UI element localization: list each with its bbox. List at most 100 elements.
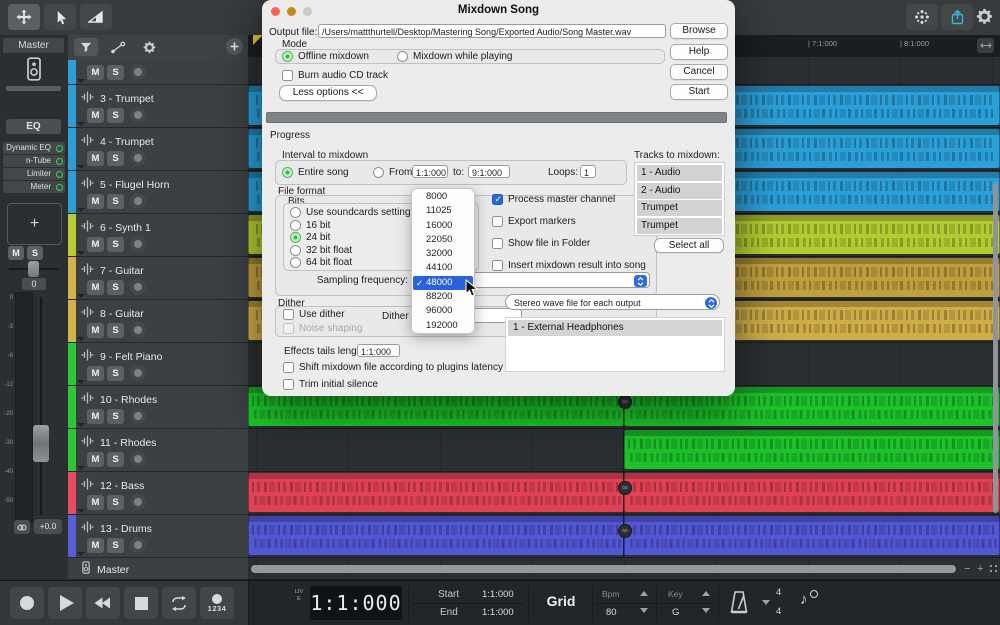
play-button[interactable] (48, 587, 82, 619)
from-field[interactable]: 1:1:000 (412, 165, 448, 178)
bits-radio-64-bit-float[interactable]: 64 bit float (290, 257, 352, 268)
collapse-triangle-icon[interactable] (77, 251, 85, 255)
tracks-to-mixdown-list[interactable]: 1 - Audio2 - AudioTrumpetTrumpet (634, 162, 725, 236)
fit-horizontal-icon[interactable] (977, 38, 994, 53)
solo-button[interactable]: S (107, 538, 124, 553)
cursor-tool-button[interactable] (44, 4, 76, 30)
frequency-option[interactable]: 32000 (412, 247, 474, 261)
clip-loop-marker[interactable]: ∞ (618, 481, 632, 495)
collapse-triangle-icon[interactable] (77, 423, 85, 427)
count-in-button[interactable]: 1234 (200, 587, 234, 619)
vertical-scrollbar[interactable] (993, 183, 998, 513)
option-checkbox[interactable]: Export markers (492, 216, 576, 227)
audio-clip[interactable] (624, 473, 1000, 512)
mute-button[interactable]: M (87, 366, 104, 381)
frequency-option[interactable]: 192000 (412, 319, 474, 333)
clip-loop-marker[interactable]: ∞ (618, 524, 632, 538)
trim-silence-checkbox[interactable]: Trim initial silence (283, 379, 378, 390)
track-row[interactable]: 11 - RhodesMS (68, 429, 248, 472)
effects-tails-field[interactable]: 1:1:000 (357, 344, 400, 357)
mixdown-track-item[interactable]: 2 - Audio (637, 183, 722, 199)
add-track-button[interactable] (226, 38, 243, 55)
track-row[interactable]: Master (68, 558, 248, 580)
plugin-power-icon[interactable] (56, 145, 63, 152)
key-up-arrow[interactable] (702, 591, 710, 596)
mute-button[interactable]: M (87, 280, 104, 295)
output-routing-select[interactable]: Stereo wave file for each output (505, 294, 720, 310)
master-plugin-slot[interactable]: Dynamic EQ (3, 142, 65, 154)
quantize-note-button[interactable]: ♪ (800, 591, 808, 608)
solo-button[interactable]: S (107, 409, 124, 424)
shift-mixdown-checkbox[interactable]: Shift mixdown file according to plugins … (283, 362, 503, 373)
record-arm-button[interactable] (130, 537, 146, 553)
arrange-lane[interactable] (248, 429, 1000, 472)
mixdown-track-item[interactable]: Trumpet (637, 218, 722, 234)
filter-button[interactable] (74, 38, 98, 56)
clip-loop-marker[interactable]: ∞ (618, 395, 632, 409)
metronome-dropdown-arrow[interactable] (762, 600, 770, 605)
solo-button[interactable]: S (107, 495, 124, 510)
collapse-triangle-icon[interactable] (77, 165, 85, 169)
entire-song-radio[interactable]: Entire song (282, 167, 349, 178)
from-radio[interactable]: From: (373, 167, 415, 178)
record-arm-button[interactable] (130, 279, 146, 295)
add-plugin-button[interactable]: + (7, 203, 62, 245)
track-row[interactable]: 8 - GuitarMS (68, 300, 248, 343)
solo-button[interactable]: S (107, 323, 124, 338)
mute-button[interactable]: M (87, 237, 104, 252)
end-value[interactable]: 1:1:000 (482, 607, 514, 618)
track-row[interactable]: MS (68, 60, 248, 85)
record-arm-button[interactable] (130, 451, 146, 467)
mute-button[interactable]: M (87, 65, 104, 80)
fade-tool-button[interactable] (80, 4, 112, 30)
mute-button[interactable]: M (87, 108, 104, 123)
stop-button[interactable] (124, 587, 158, 619)
bits-radio-24-bit[interactable]: 24 bit (290, 232, 330, 243)
track-settings-gear-button[interactable] (138, 38, 160, 56)
output-item[interactable]: 1 - External Headphones (508, 320, 722, 336)
mute-button[interactable]: M (87, 151, 104, 166)
track-row[interactable]: 12 - BassMS (68, 472, 248, 515)
option-checkbox[interactable]: Insert mixdown result into song (492, 260, 646, 271)
master-plugin-slot[interactable]: Limiter (3, 168, 65, 180)
frequency-option[interactable]: ✓48000 (413, 276, 473, 290)
collapse-triangle-icon[interactable] (77, 122, 85, 126)
mute-button[interactable]: M (87, 323, 104, 338)
master-plugin-slot[interactable]: n-Tube (3, 155, 65, 167)
solo-button[interactable]: S (107, 452, 124, 467)
time-signature-bottom[interactable]: 4 (776, 606, 781, 617)
record-arm-button[interactable] (130, 322, 146, 338)
track-row[interactable]: 5 - Flugel HornMS (68, 171, 248, 214)
mixdown-while-playing-radio[interactable]: Mixdown while playing (397, 51, 513, 62)
record-button[interactable] (10, 587, 44, 619)
bpm-down-arrow[interactable] (640, 608, 648, 613)
master-solo-button[interactable]: S (27, 246, 43, 260)
start-button[interactable]: Start (670, 84, 728, 100)
master-width-bar[interactable] (6, 86, 61, 91)
track-row[interactable]: 3 - TrumpetMS (68, 85, 248, 128)
key-value[interactable]: G (672, 607, 679, 618)
audio-clip[interactable] (248, 473, 624, 512)
solo-button[interactable]: S (107, 151, 124, 166)
offline-mixdown-radio[interactable]: Offline mixdown (282, 51, 369, 62)
track-row[interactable]: 4 - TrumpetMS (68, 128, 248, 171)
burn-cd-checkbox[interactable]: Burn audio CD track (282, 70, 388, 81)
frequency-option[interactable]: 22050 (412, 233, 474, 247)
loops-field[interactable]: 1 (580, 165, 596, 178)
mute-button[interactable]: M (87, 452, 104, 467)
help-button[interactable]: Help (670, 44, 728, 60)
record-arm-button[interactable] (130, 408, 146, 424)
mute-button[interactable]: M (87, 409, 104, 424)
eq-button[interactable]: EQ (6, 119, 61, 134)
share-button[interactable] (941, 4, 973, 30)
record-arm-button[interactable] (130, 236, 146, 252)
arrange-lane[interactable]: ∞ (248, 515, 1000, 558)
routing-button[interactable] (906, 4, 938, 30)
solo-button[interactable]: S (107, 366, 124, 381)
track-row[interactable]: 10 - RhodesMS (68, 386, 248, 429)
frequency-option[interactable]: 16000 (412, 219, 474, 233)
sampling-frequency-popup[interactable]: 80001102516000220503200044100✓4800088200… (411, 188, 475, 334)
record-arm-button[interactable] (130, 193, 146, 209)
mute-button[interactable]: M (87, 495, 104, 510)
collapse-triangle-icon[interactable] (77, 208, 85, 212)
